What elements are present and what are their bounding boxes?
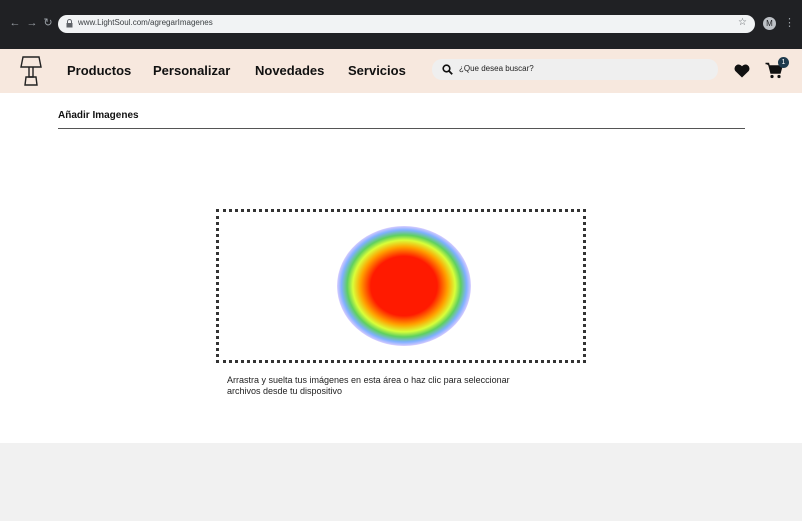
main-content: Añadir Imagenes Arrastra y suelta tus im… <box>0 93 802 443</box>
page-title: Añadir Imagenes <box>58 110 139 121</box>
heart-icon[interactable] <box>734 64 750 78</box>
lamp-logo-icon[interactable] <box>20 55 42 87</box>
footer-area <box>0 443 802 521</box>
reload-icon[interactable]: ↻ <box>41 16 55 30</box>
image-dropzone[interactable] <box>216 209 586 363</box>
dropzone-text-line-2: archivos desde tu dispositivo <box>227 386 343 396</box>
back-arrow-icon[interactable]: ← <box>8 16 22 30</box>
nav-novedades[interactable]: Novedades <box>255 63 324 78</box>
address-bar[interactable]: www.LightSoul.com/agregarImagenes ☆ <box>58 15 755 33</box>
star-icon[interactable]: ☆ <box>738 17 747 28</box>
profile-avatar[interactable]: M <box>763 17 776 30</box>
nav-personalizar[interactable]: Personalizar <box>153 63 230 78</box>
lock-icon <box>66 19 73 28</box>
forward-arrow-icon[interactable]: → <box>25 16 39 30</box>
search-placeholder: ¿Que desea buscar? <box>459 64 534 73</box>
url-text: www.LightSoul.com/agregarImagenes <box>78 18 213 27</box>
cart-count-badge: 1 <box>778 57 789 68</box>
nav-productos[interactable]: Productos <box>67 63 131 78</box>
nav-servicios[interactable]: Servicios <box>348 63 406 78</box>
title-divider <box>58 128 745 129</box>
image-placeholder-graphic <box>337 226 471 346</box>
dropzone-instructions: Arrastra y suelta tus imágenes en esta á… <box>227 375 607 397</box>
kebab-menu-icon[interactable]: ⋮ <box>784 17 795 31</box>
dropzone-text-line-1: Arrastra y suelta tus imágenes en esta á… <box>227 375 510 385</box>
search-icon <box>442 64 453 75</box>
search-input[interactable]: ¿Que desea buscar? <box>432 59 718 80</box>
browser-chrome: ← → ↻ www.LightSoul.com/agregarImagenes … <box>0 0 802 49</box>
site-header: Productos Personalizar Novedades Servici… <box>0 49 802 93</box>
